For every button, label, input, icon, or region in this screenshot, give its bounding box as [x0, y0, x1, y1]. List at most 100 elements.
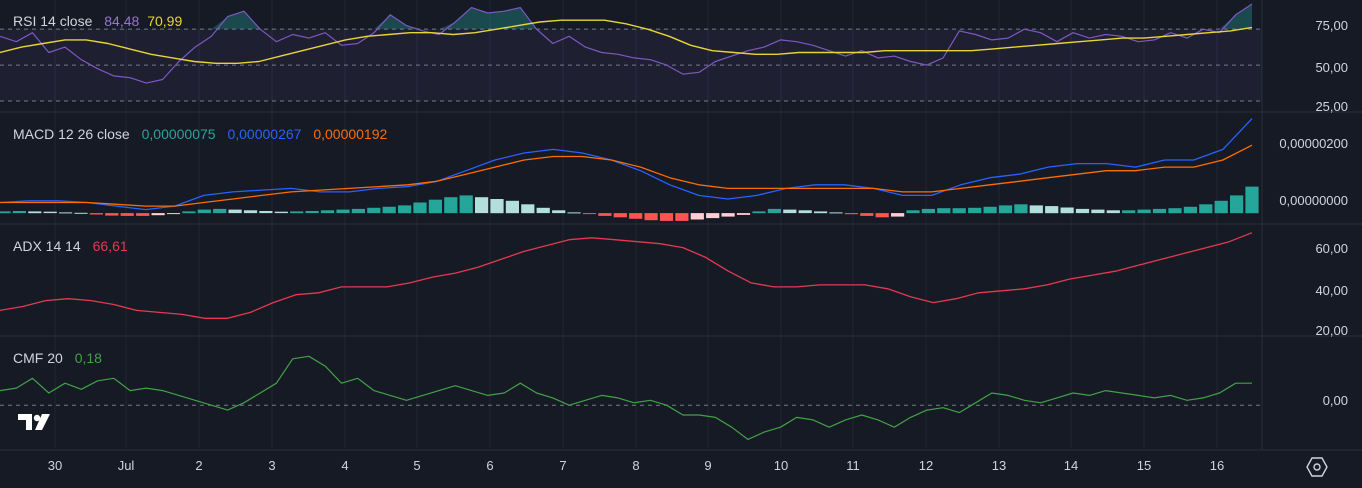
x-tick: 10	[773, 458, 789, 473]
adx-ytick: 60,00	[1315, 241, 1348, 256]
rsi-ytick: 75,00	[1315, 18, 1348, 33]
macd-histogram-bar	[475, 197, 489, 214]
macd-histogram-bar	[336, 209, 350, 214]
macd-histogram-bar	[629, 213, 643, 219]
x-tick: 4	[341, 458, 349, 473]
macd-histogram-bar	[552, 210, 566, 214]
cmf-title: CMF 20	[13, 350, 63, 366]
cmf-legend: CMF 20 0,18	[13, 350, 110, 366]
macd-histogram-bar	[367, 207, 381, 214]
x-tick: 14	[1063, 458, 1079, 473]
rsi-ytick: 50,00	[1315, 60, 1348, 75]
macd-histogram-bar	[659, 213, 674, 221]
x-tick: 2	[195, 458, 203, 473]
macd-histogram-bar	[151, 213, 165, 216]
macd-histogram-bar	[536, 207, 550, 214]
macd-histogram-bar	[814, 211, 828, 214]
macd-histogram-bar	[1199, 204, 1213, 214]
x-tick: 9	[704, 458, 712, 473]
macd-histogram-bar	[197, 209, 211, 214]
macd-histogram-bar	[860, 213, 874, 216]
macd-histogram-bar	[89, 213, 103, 215]
settings-hexagon-icon[interactable]	[1306, 456, 1328, 483]
macd-histogram-bar	[983, 206, 997, 214]
macd-histogram-bar	[305, 211, 319, 214]
macd-histogram-bar	[1029, 205, 1043, 214]
macd-histogram-bar	[444, 197, 458, 214]
macd-histogram-bar	[521, 204, 535, 214]
macd-histogram-bar	[1230, 195, 1244, 214]
macd-histogram-bar	[351, 208, 365, 214]
macd-legend: MACD 12 26 close 0,00000075 0,00000267 0…	[13, 126, 395, 142]
x-tick: Jul	[117, 458, 135, 473]
macd-histogram-bar	[182, 211, 196, 214]
macd-histogram-bar	[120, 213, 134, 216]
tradingview-logo-icon[interactable]	[16, 410, 56, 439]
macd-histogram-bar	[398, 205, 412, 214]
macd-histogram-bar	[1060, 207, 1074, 214]
macd-title: MACD 12 26 close	[13, 126, 130, 142]
macd-histogram-bar	[937, 208, 951, 214]
macd-histogram-bar	[1106, 210, 1120, 214]
macd-histogram-bar	[891, 213, 905, 217]
adx-line	[0, 232, 1253, 319]
macd-histogram-bar	[12, 211, 26, 214]
x-tick: 13	[991, 458, 1007, 473]
macd-histogram-bar	[274, 211, 288, 214]
x-tick: 3	[268, 458, 276, 473]
macd-histogram-bar	[259, 211, 273, 214]
macd-histogram-bar	[228, 209, 242, 214]
macd-histogram-bar	[1122, 210, 1136, 214]
cmf-value: 0,18	[74, 350, 102, 366]
macd-histogram-bar	[767, 208, 781, 214]
cmf-ytick: 0,00	[1322, 393, 1348, 408]
macd-histogram-bar	[74, 212, 88, 214]
x-tick: 7	[559, 458, 567, 473]
macd-histogram-bar	[998, 205, 1013, 214]
rsi-legend: RSI 14 close 84,48 70,99	[13, 13, 190, 29]
x-tick: 11	[846, 458, 860, 473]
adx-legend: ADX 14 14 66,61	[13, 238, 136, 254]
macd-histogram-bar	[798, 210, 812, 214]
macd-histogram-bar	[844, 213, 858, 215]
macd-histogram-bar	[105, 213, 119, 216]
macd-histogram-bar	[829, 212, 843, 214]
macd-histogram-bar	[690, 213, 704, 220]
x-tick: 5	[413, 458, 421, 473]
rsi-title: RSI 14 close	[13, 13, 93, 29]
adx-value: 66,61	[92, 238, 128, 254]
macd-histogram-bar	[1014, 204, 1028, 214]
macd-histogram-bar	[382, 206, 396, 214]
macd-histogram-bar	[752, 211, 766, 214]
macd-histogram-bar	[706, 213, 720, 219]
macd-histogram-bar	[613, 213, 627, 218]
rsi-value: 84,48	[104, 13, 140, 29]
chart-canvas[interactable]	[0, 0, 1362, 488]
macd-histogram-bar	[1137, 209, 1151, 214]
macd-histogram-bar	[59, 212, 73, 214]
macd-histogram-bar	[428, 199, 442, 214]
macd-histogram-bar	[490, 199, 504, 214]
macd-histogram-bar	[0, 211, 11, 214]
x-tick: 15	[1136, 458, 1152, 473]
macd-histogram-bar	[166, 213, 181, 215]
adx-ytick: 40,00	[1315, 283, 1348, 298]
macd-histogram-bar	[952, 208, 966, 214]
macd-histogram-bar	[736, 213, 751, 215]
rsi-ma-value: 70,99	[147, 13, 183, 29]
macd-histogram-bar	[1183, 206, 1197, 214]
macd-histogram-bar	[644, 213, 658, 221]
macd-histogram-bar	[243, 210, 258, 214]
macd-signal-line	[0, 144, 1253, 207]
macd-histogram-bar	[906, 210, 920, 214]
macd-histogram-bar	[721, 213, 735, 217]
adx-title: ADX 14 14	[13, 238, 81, 254]
macd-histogram-bar	[43, 211, 57, 214]
x-tick: 16	[1209, 458, 1225, 473]
macd-histogram-bar	[1152, 208, 1167, 214]
macd-histogram-bar	[968, 207, 982, 214]
macd-histogram-bar	[598, 213, 612, 216]
macd-histogram-bar	[320, 210, 335, 214]
macd-histogram-bar	[1214, 200, 1228, 214]
macd-hist-value: 0,00000075	[141, 126, 216, 142]
